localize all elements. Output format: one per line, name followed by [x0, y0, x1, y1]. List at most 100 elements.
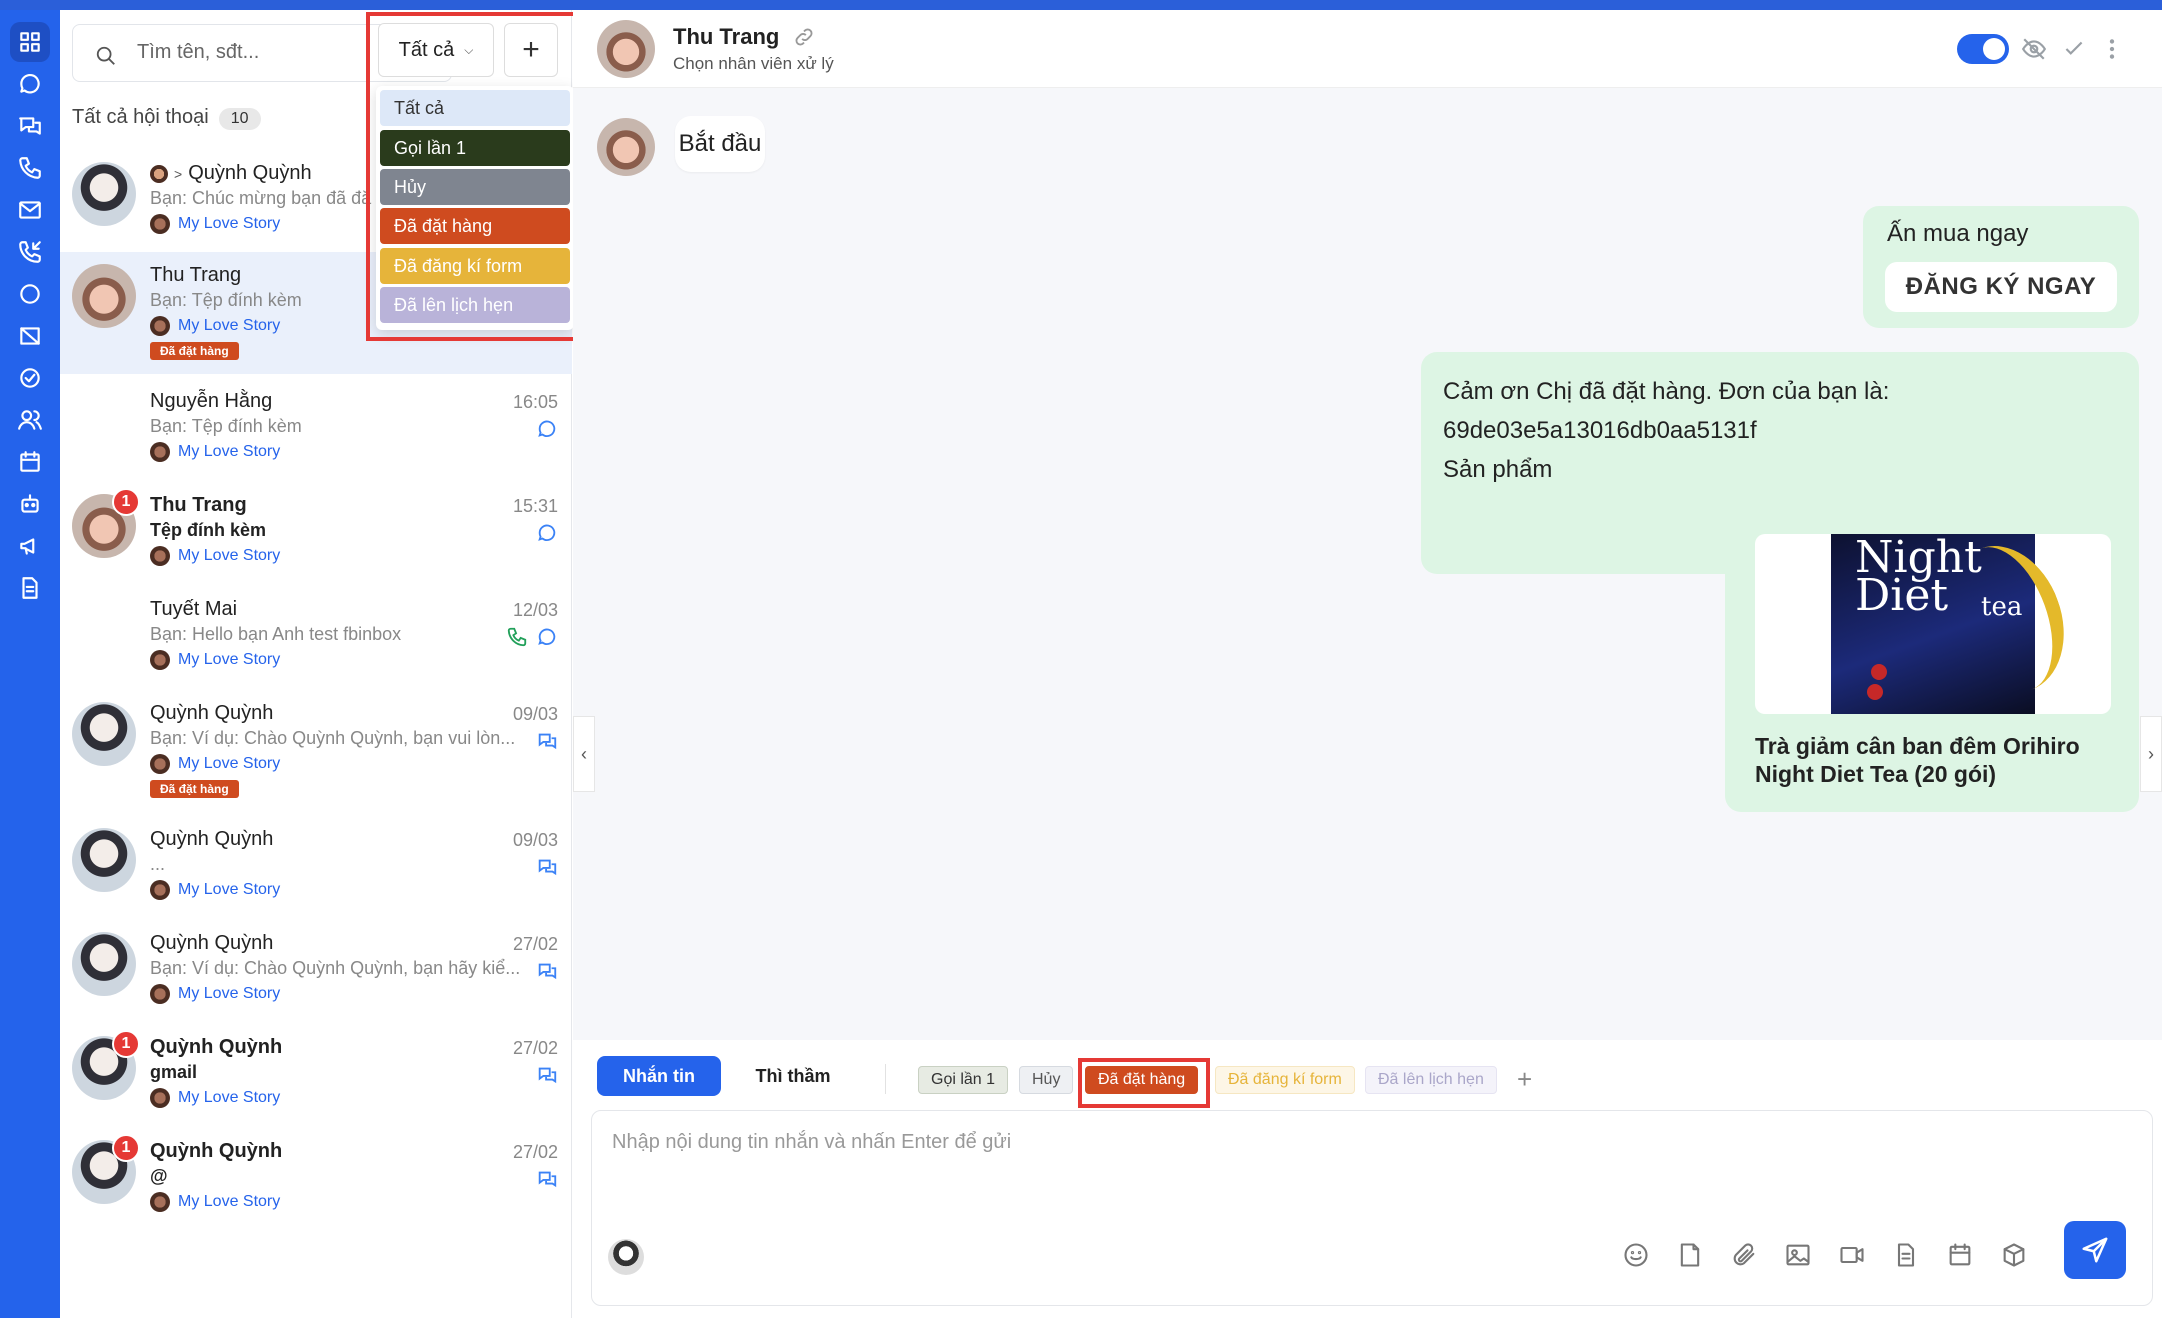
page-label: My Love Story [150, 214, 280, 234]
more-vertical-icon[interactable] [2099, 36, 2125, 62]
compose-area: Nhắn tin Thì thầm Gọi lần 1 Hủy Đã đặt h… [573, 1040, 2162, 1318]
divider [885, 1064, 886, 1094]
message-preview: Bạn: Ví dụ: Chào Quỳnh Quỳnh, bạn vui lò… [150, 728, 516, 748]
document-icon[interactable] [1892, 1241, 1920, 1274]
page-label: My Love Story [150, 1192, 280, 1212]
conversation-item[interactable]: Quỳnh Quỳnh Bạn: Ví dụ: Chào Quỳnh Quỳnh… [60, 690, 572, 810]
contact-name: Quỳnh Quỳnh [150, 1036, 283, 1058]
messages-icon [538, 963, 557, 980]
tab-whisper[interactable]: Thì thầm [733, 1056, 853, 1096]
chat-icon[interactable] [10, 64, 50, 104]
status-tag: Đã đặt hàng [150, 780, 239, 798]
search-input[interactable]: Tìm tên, sđt... [137, 41, 259, 64]
messages-icon [538, 859, 557, 876]
incoming-message: Bắt đầu [675, 116, 765, 172]
conversation-item[interactable]: Tuyết Mai Bạn: Hello bạn Anh test fbinbo… [60, 586, 572, 690]
contact-name: Quỳnh Quỳnh [150, 828, 274, 850]
calendar-icon[interactable] [1946, 1241, 1974, 1274]
tag-chip-cancel[interactable]: Hủy [1019, 1066, 1074, 1094]
link-icon[interactable] [793, 26, 815, 48]
channel-icons [536, 856, 558, 878]
contact-name: Thu Trang [150, 494, 247, 516]
register-now-button[interactable]: ĐĂNG KÝ NGAY [1885, 262, 2117, 312]
conversation-item[interactable]: 1 Thu Trang Tệp đính kèm My Love Story 1… [60, 482, 572, 586]
unread-badge: 1 [112, 1030, 140, 1058]
product-image: Night Diet tea [1755, 534, 2111, 714]
contact-title: Thu Trang [673, 24, 815, 50]
video-icon[interactable] [1838, 1241, 1866, 1274]
order-line-1: Cảm ơn Chị đã đặt hàng. Đơn của bạn là: [1443, 378, 1890, 405]
image-icon[interactable] [1784, 1241, 1812, 1274]
tab-message[interactable]: Nhắn tin [597, 1056, 721, 1096]
avatar [72, 702, 136, 766]
page-name: My Love Story [178, 651, 281, 668]
megaphone-icon[interactable] [10, 526, 50, 566]
tag-chip-appointment[interactable]: Đã lên lịch hẹn [1365, 1066, 1497, 1094]
compose-toolbar [1622, 1241, 2028, 1274]
conversation-item[interactable]: Nguyễn Hằng Bạn: Tệp đính kèm My Love St… [60, 378, 572, 482]
grid-icon[interactable] [10, 22, 50, 62]
tag-icon[interactable] [10, 316, 50, 356]
avatar [72, 162, 136, 226]
contact-name: Quỳnh Quỳnh [150, 932, 274, 954]
mail-icon[interactable] [10, 190, 50, 230]
timestamp: 27/02 [512, 934, 558, 954]
tag-chip-form[interactable]: Đã đăng kí form [1215, 1066, 1355, 1094]
messages-icon[interactable] [10, 106, 50, 146]
send-button[interactable] [2064, 1221, 2126, 1279]
check-icon[interactable] [2061, 36, 2087, 62]
outgoing-cta-message: Ấn mua ngay ĐĂNG KÝ NGAY [1863, 206, 2139, 328]
highlight-box [1078, 1058, 1210, 1108]
check-circle-icon[interactable] [10, 358, 50, 398]
message-input[interactable]: Nhập nội dung tin nhắn và nhấn Enter để … [591, 1110, 2153, 1306]
channel-icons [536, 730, 558, 752]
chat-bubble-icon [538, 420, 556, 438]
contact-name: Thu Trang [150, 264, 242, 286]
sticker-icon[interactable] [1676, 1241, 1704, 1274]
conversation-item[interactable]: Quỳnh Quỳnh ... My Love Story 09/03 [60, 816, 572, 920]
phone-icon[interactable] [10, 148, 50, 188]
eye-off-icon[interactable] [2021, 36, 2047, 62]
product-card[interactable]: Night Diet tea Trà giảm cân ban đêm Orih… [1725, 510, 2139, 812]
left-rail [0, 10, 60, 1318]
page-name: My Love Story [178, 547, 281, 564]
page-label: My Love Story [150, 546, 280, 566]
collapse-left-button[interactable]: ‹ [573, 716, 595, 792]
name-row: > Quỳnh Quỳnh [150, 162, 312, 185]
ai-toggle[interactable] [1957, 34, 2009, 64]
product-box-icon[interactable] [2000, 1241, 2028, 1274]
product-package-illustration: Night Diet tea [1831, 534, 2084, 714]
conversation-summary: Tất cả hội thoại 10 [72, 106, 261, 130]
contact-name: Thu Trang [673, 24, 780, 49]
summary-count: 10 [218, 108, 261, 130]
conversation-item[interactable]: 1 Quỳnh Quỳnh @ My Love Story 27/02 [60, 1128, 572, 1232]
message-preview: gmail [150, 1062, 198, 1082]
tag-chip-call-1[interactable]: Gọi lần 1 [918, 1066, 1009, 1094]
calendar-icon[interactable] [10, 442, 50, 482]
assign-staff-link[interactable]: Chọn nhân viên xử lý [673, 54, 834, 74]
app-root: Tìm tên, sđt... Tất cả hội thoại 10 > Quỳ… [0, 0, 2162, 1318]
page-name: My Love Story [178, 215, 281, 232]
user-avatar[interactable] [608, 1239, 644, 1275]
message-preview: Tệp đính kèm [150, 520, 267, 540]
page-avatar-icon [150, 754, 170, 774]
timestamp: 09/03 [512, 830, 558, 850]
attachment-icon[interactable] [1730, 1241, 1758, 1274]
document-icon[interactable] [10, 568, 50, 608]
page-label: My Love Story [150, 880, 280, 900]
call-log-icon[interactable] [10, 232, 50, 272]
page-name: My Love Story [178, 755, 281, 772]
channel-icons [506, 626, 558, 648]
page-name: My Love Story [178, 443, 281, 460]
add-tag-button[interactable]: + [1517, 1064, 1532, 1095]
emoji-icon[interactable] [1622, 1241, 1650, 1274]
conversation-item[interactable]: 1 Quỳnh Quỳnh gmail My Love Story 27/02 [60, 1024, 572, 1128]
page-avatar-icon [150, 1192, 170, 1212]
expand-right-button[interactable]: › [2140, 716, 2162, 792]
search-icon [95, 45, 117, 67]
circle-icon[interactable] [10, 274, 50, 314]
bot-icon[interactable] [10, 484, 50, 524]
users-icon[interactable] [10, 400, 50, 440]
channel-icons [536, 1064, 558, 1086]
conversation-item[interactable]: Quỳnh Quỳnh Bạn: Ví dụ: Chào Quỳnh Quỳnh… [60, 920, 572, 1024]
